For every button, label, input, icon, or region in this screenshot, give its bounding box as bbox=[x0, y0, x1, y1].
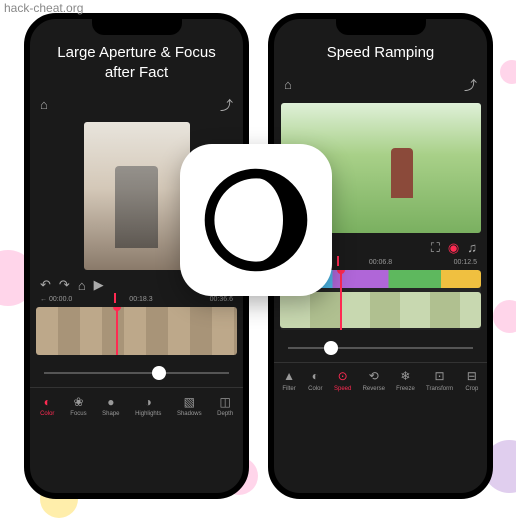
home-icon[interactable]: ⌂ bbox=[40, 97, 48, 112]
watermark-text: hack-cheat.org bbox=[4, 1, 83, 15]
filter-icon: ▲ bbox=[282, 369, 297, 384]
export-icon[interactable]: ⤴ bbox=[464, 75, 477, 94]
undo-icon[interactable]: ↶ bbox=[40, 277, 51, 293]
slider-knob[interactable] bbox=[152, 366, 166, 380]
export-icon[interactable]: ⤴ bbox=[220, 95, 233, 114]
tool-speed[interactable]: ⊙ Speed bbox=[334, 369, 351, 392]
redo-icon[interactable]: ↷ bbox=[59, 277, 70, 293]
tool-highlights[interactable]: ◑ Highlights bbox=[135, 394, 161, 417]
tool-depth[interactable]: ◫ Depth bbox=[217, 394, 233, 417]
crop-icon: ⊟ bbox=[464, 369, 479, 384]
tool-label: Highlights bbox=[135, 411, 161, 417]
phone-notch bbox=[336, 19, 426, 35]
bottom-toolbar: ▲ Filter ◐ Color ⊙ Speed ⟲ Reverse ❄ Freeze ⊡ Trans… bbox=[274, 362, 487, 395]
color-icon: ◐ bbox=[308, 369, 323, 384]
tool-label: Crop bbox=[465, 386, 478, 392]
tool-focus[interactable]: ❀ Focus bbox=[70, 394, 86, 417]
tool-label: Color bbox=[308, 386, 322, 392]
bottom-toolbar: ◐ Color ❀ Focus ● Shape ◑ Highlights ▧ Shadows ◫ De… bbox=[30, 387, 243, 420]
tool-shadows[interactable]: ▧ Shadows bbox=[177, 394, 202, 417]
tool-color[interactable]: ◐ Color bbox=[40, 394, 55, 417]
video-timeline[interactable] bbox=[36, 307, 237, 355]
tool-label: Reverse bbox=[363, 386, 385, 392]
app-icon-overlay bbox=[180, 144, 332, 296]
tool-label: Depth bbox=[217, 411, 233, 417]
tool-label: Speed bbox=[334, 386, 351, 392]
tool-transform[interactable]: ⊡ Transform bbox=[426, 369, 453, 392]
shape-icon: ● bbox=[103, 394, 118, 409]
adjustment-slider[interactable] bbox=[274, 334, 487, 362]
fullscreen-icon[interactable]: ⛶ bbox=[431, 240, 440, 256]
tool-label: Filter bbox=[282, 386, 295, 392]
home-icon[interactable]: ⌂ bbox=[284, 77, 292, 92]
tool-label: Color bbox=[40, 411, 54, 417]
tool-filter[interactable]: ▲ Filter bbox=[282, 369, 297, 392]
depth-icon: ◫ bbox=[218, 394, 233, 409]
tool-label: Shape bbox=[102, 411, 119, 417]
tool-label: Shadows bbox=[177, 411, 202, 417]
aperture-logo-icon bbox=[202, 166, 310, 274]
tool-crop[interactable]: ⊟ Crop bbox=[464, 369, 479, 392]
tool-label: Focus bbox=[70, 411, 86, 417]
playhead[interactable] bbox=[116, 307, 118, 355]
tool-color[interactable]: ◐ Color bbox=[308, 369, 323, 392]
reverse-icon: ⟲ bbox=[366, 369, 381, 384]
tool-reverse[interactable]: ⟲ Reverse bbox=[363, 369, 385, 392]
color-icon: ◐ bbox=[40, 394, 55, 409]
slider-knob[interactable] bbox=[324, 341, 338, 355]
focus-icon: ❀ bbox=[71, 394, 86, 409]
clip-track[interactable] bbox=[280, 292, 481, 328]
tool-freeze[interactable]: ❄ Freeze bbox=[396, 369, 415, 392]
adjustment-slider[interactable] bbox=[30, 359, 243, 387]
top-bar: ⌂ ⤴ bbox=[274, 71, 487, 99]
tool-label: Transform bbox=[426, 386, 453, 392]
timecode-row: ← 00:00.000:18.300:36.6 bbox=[30, 296, 243, 303]
home2-icon[interactable]: ⌂ bbox=[78, 278, 86, 293]
highlights-icon: ◑ bbox=[141, 394, 156, 409]
play-icon[interactable]: ▶ bbox=[94, 277, 104, 293]
tool-label: Freeze bbox=[396, 386, 415, 392]
shadows-icon: ▧ bbox=[182, 394, 197, 409]
music-icon[interactable]: ♫ bbox=[467, 240, 477, 255]
playhead[interactable] bbox=[340, 270, 342, 330]
phone-notch bbox=[92, 19, 182, 35]
transform-icon: ⊡ bbox=[432, 369, 447, 384]
tool-shape[interactable]: ● Shape bbox=[102, 394, 119, 417]
speed-icon: ⊙ bbox=[335, 369, 350, 384]
speed-icon[interactable]: ◉ bbox=[448, 240, 459, 256]
freeze-icon: ❄ bbox=[398, 369, 413, 384]
top-bar: ⌂ ⤴ bbox=[30, 90, 243, 118]
